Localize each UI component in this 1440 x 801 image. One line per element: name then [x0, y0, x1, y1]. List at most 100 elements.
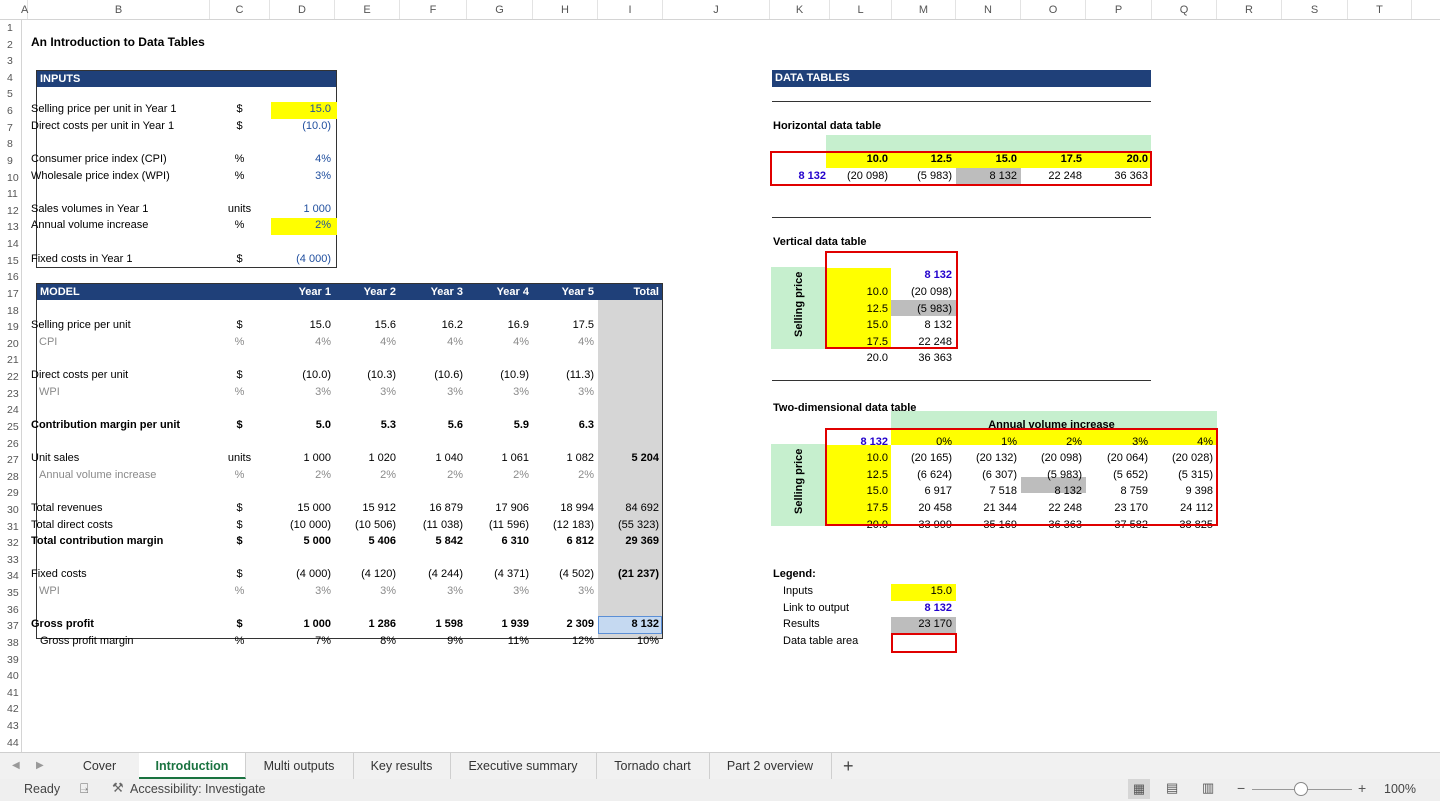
- column-header-M[interactable]: M: [892, 0, 956, 19]
- row-header-41[interactable]: 41: [0, 685, 21, 702]
- model-value[interactable]: 4%: [273, 335, 331, 350]
- model-value[interactable]: 16 879: [403, 501, 463, 516]
- row-header-37[interactable]: 37: [0, 618, 21, 635]
- row-header-34[interactable]: 34: [0, 568, 21, 585]
- input-label[interactable]: Wholesale price index (WPI): [31, 169, 194, 184]
- model-row-unit[interactable]: $: [213, 368, 266, 383]
- column-header-E[interactable]: E: [335, 0, 400, 19]
- model-value[interactable]: 5.9: [470, 418, 529, 433]
- model-value[interactable]: (10.0): [273, 368, 331, 383]
- scroll-left-icon[interactable]: ◀: [12, 753, 20, 779]
- row-header-25[interactable]: 25: [0, 419, 21, 436]
- model-value[interactable]: 6.3: [536, 418, 594, 433]
- legend-results-value[interactable]: 23 170: [895, 617, 952, 632]
- model-value[interactable]: 2 309: [536, 617, 594, 632]
- row-header-16[interactable]: 16: [0, 269, 21, 286]
- model-row-label[interactable]: Total revenues: [31, 501, 194, 516]
- row-header-32[interactable]: 32: [0, 535, 21, 552]
- model-value[interactable]: 2%: [338, 468, 396, 483]
- column-header-H[interactable]: H: [533, 0, 598, 19]
- tab-part-2-overview[interactable]: Part 2 overview: [709, 753, 832, 779]
- column-header-I[interactable]: I: [598, 0, 663, 19]
- vertical-table-title[interactable]: Vertical data table: [773, 235, 966, 250]
- legend-inputs-label[interactable]: Inputs: [783, 584, 886, 599]
- model-value[interactable]: 3%: [338, 584, 396, 599]
- vertical-result[interactable]: 36 363: [895, 351, 952, 366]
- input-unit[interactable]: %: [213, 152, 266, 167]
- model-value[interactable]: 15 000: [273, 501, 331, 516]
- column-header-G[interactable]: G: [467, 0, 533, 19]
- macro-record-icon[interactable]: ⍈: [80, 780, 88, 797]
- model-value[interactable]: 7%: [273, 634, 331, 649]
- row-header-31[interactable]: 31: [0, 519, 21, 536]
- model-row-label[interactable]: Contribution margin per unit: [31, 418, 194, 433]
- column-header-J[interactable]: J: [663, 0, 770, 19]
- model-value[interactable]: 3%: [536, 385, 594, 400]
- row-header-10[interactable]: 10: [0, 170, 21, 187]
- model-row-label[interactable]: WPI: [39, 385, 194, 400]
- scroll-right-icon[interactable]: ▶: [36, 753, 44, 779]
- model-value[interactable]: 5 204: [601, 451, 659, 466]
- model-row-unit[interactable]: $: [213, 418, 266, 433]
- model-value[interactable]: 5 842: [403, 534, 463, 549]
- vertical-price[interactable]: 20.0: [833, 351, 888, 366]
- model-value[interactable]: (4 371): [470, 567, 529, 582]
- row-header-6[interactable]: 6: [0, 103, 21, 120]
- model-row-unit[interactable]: $: [213, 501, 266, 516]
- model-value[interactable]: 29 369: [601, 534, 659, 549]
- row-header-27[interactable]: 27: [0, 452, 21, 469]
- model-value[interactable]: (11.3): [536, 368, 594, 383]
- column-header-L[interactable]: L: [830, 0, 892, 19]
- column-header-A[interactable]: A: [21, 0, 28, 19]
- model-row-label[interactable]: CPI: [39, 335, 194, 350]
- row-header-18[interactable]: 18: [0, 303, 21, 320]
- model-value[interactable]: 1 040: [403, 451, 463, 466]
- input-value[interactable]: (4 000): [273, 252, 331, 267]
- model-row-label[interactable]: Annual volume increase: [39, 468, 194, 483]
- column-header-S[interactable]: S: [1282, 0, 1348, 19]
- model-value[interactable]: (10 000): [273, 518, 331, 533]
- page-break-view-icon[interactable]: ▥: [1202, 780, 1214, 796]
- row-header-28[interactable]: 28: [0, 469, 21, 486]
- row-header-4[interactable]: 4: [0, 70, 21, 87]
- model-value[interactable]: 18 994: [536, 501, 594, 516]
- column-header-B[interactable]: B: [28, 0, 210, 19]
- model-row-label[interactable]: Selling price per unit: [31, 318, 194, 333]
- model-value[interactable]: 9%: [403, 634, 463, 649]
- column-header-F[interactable]: F: [400, 0, 467, 19]
- model-value[interactable]: 4%: [338, 335, 396, 350]
- model-value[interactable]: 16.2: [403, 318, 463, 333]
- model-value[interactable]: 15.6: [338, 318, 396, 333]
- tab-key-results[interactable]: Key results: [353, 753, 451, 779]
- model-value[interactable]: 5.3: [338, 418, 396, 433]
- row-header-15[interactable]: 15: [0, 253, 21, 270]
- column-header-N[interactable]: N: [956, 0, 1021, 19]
- zoom-level[interactable]: 100%: [1384, 782, 1416, 796]
- row-header-24[interactable]: 24: [0, 402, 21, 419]
- row-header-38[interactable]: 38: [0, 635, 21, 652]
- input-label[interactable]: Direct costs per unit in Year 1: [31, 119, 194, 134]
- model-value[interactable]: (4 000): [273, 567, 331, 582]
- normal-view-icon[interactable]: ▦: [1128, 779, 1150, 799]
- model-value[interactable]: 3%: [338, 385, 396, 400]
- sheet-title[interactable]: An Introduction to Data Tables: [31, 35, 324, 50]
- column-header-Q[interactable]: Q: [1152, 0, 1217, 19]
- model-value[interactable]: 3%: [403, 385, 463, 400]
- model-row-unit[interactable]: $: [213, 534, 266, 549]
- legend-inputs-value[interactable]: 15.0: [895, 584, 952, 599]
- input-value[interactable]: (10.0): [273, 119, 331, 134]
- model-value[interactable]: 2%: [470, 468, 529, 483]
- tab-introduction[interactable]: Introduction: [139, 753, 246, 779]
- row-header-36[interactable]: 36: [0, 602, 21, 619]
- tab-executive-summary[interactable]: Executive summary: [450, 753, 597, 779]
- model-value[interactable]: 12%: [536, 634, 594, 649]
- row-header-5[interactable]: 5: [0, 86, 21, 103]
- row-header-20[interactable]: 20: [0, 336, 21, 353]
- row-header-1[interactable]: 1: [0, 20, 21, 37]
- model-row-unit[interactable]: %: [213, 584, 266, 599]
- model-value[interactable]: (4 244): [403, 567, 463, 582]
- model-value[interactable]: (10.9): [470, 368, 529, 383]
- model-row-unit[interactable]: $: [213, 617, 266, 632]
- model-value[interactable]: 4%: [470, 335, 529, 350]
- model-value[interactable]: 15 912: [338, 501, 396, 516]
